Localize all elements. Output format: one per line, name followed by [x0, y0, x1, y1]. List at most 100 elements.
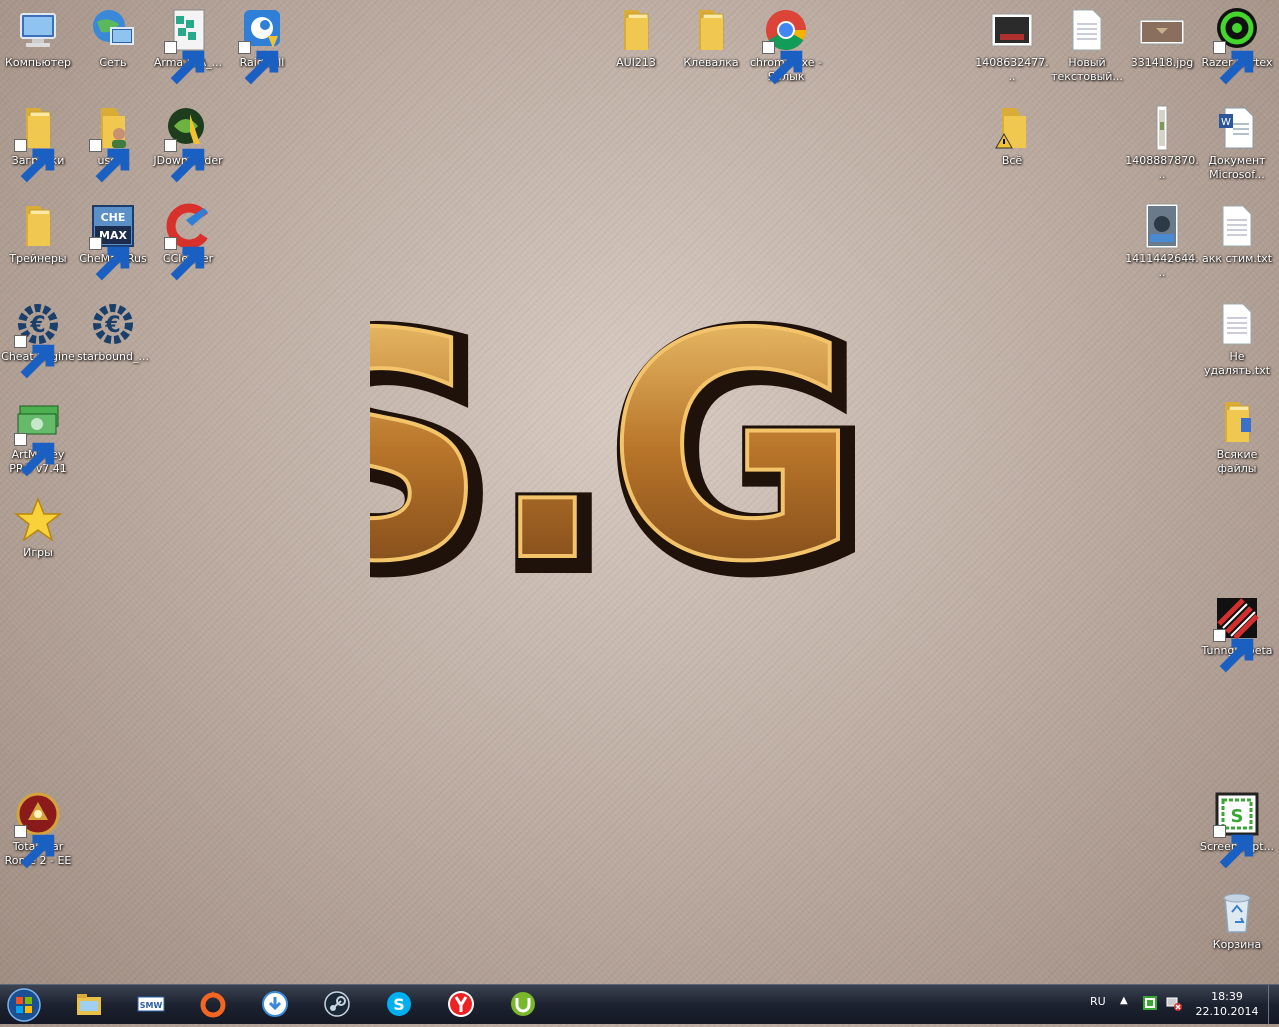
folder-icon	[612, 6, 660, 54]
yandex-icon	[448, 991, 474, 1017]
clock-date: 22.10.2014	[1195, 1005, 1259, 1018]
razer-icon	[1213, 6, 1261, 85]
taskbar-yandex-button[interactable]	[434, 987, 488, 1021]
origin-icon	[200, 991, 226, 1018]
svg-text:S: S	[393, 995, 405, 1014]
desktop-icon-trainers[interactable]: Трейнеры	[0, 202, 76, 266]
desktop-icon-network[interactable]: Сеть	[75, 6, 151, 70]
shortcut-arrow-icon	[164, 237, 205, 281]
desktop-icon-akk-steam[interactable]: акк стим.txt	[1199, 202, 1275, 266]
taskbar-explorer-button[interactable]	[62, 987, 116, 1021]
star-icon	[14, 496, 62, 544]
taskbar-steam-button[interactable]	[310, 987, 364, 1021]
desktop-icon-image-1411442[interactable]: 1411442644...	[1124, 202, 1200, 280]
shortcut-arrow-icon	[14, 335, 55, 379]
totalwar-icon	[14, 790, 62, 869]
desktop-icon-klevalka[interactable]: Клевалка	[673, 6, 749, 70]
taskbar-smw-button[interactable]: SMW	[124, 987, 178, 1021]
tray-clock[interactable]: 18:39 22.10.2014	[1192, 989, 1262, 1019]
show-desktop-button[interactable]	[1268, 985, 1279, 1024]
svg-text:€: €	[104, 313, 120, 338]
skype-icon: S	[387, 992, 411, 1016]
image-icon	[1138, 104, 1186, 152]
folder-icon	[1213, 398, 1261, 446]
desktop-icon-image-1408632[interactable]: 1408632477...	[974, 6, 1050, 84]
taskbar-origin-button[interactable]	[186, 987, 240, 1021]
shortcut-arrow-icon	[89, 237, 130, 281]
desktop-icon-vsyakie-faily[interactable]: Всякие файлы	[1199, 398, 1275, 476]
tray-show-hidden-icons[interactable]: ▲	[1120, 995, 1128, 1006]
shortcut-arrow-icon	[164, 139, 205, 183]
desktop-icon-raidcall[interactable]: RaidCall	[224, 6, 300, 85]
desktop-icon-ccleaner[interactable]: CCleaner	[150, 202, 226, 281]
svg-text:€: €	[29, 313, 45, 338]
tray-network-disconnected-icon[interactable]	[1166, 995, 1182, 1011]
steam-icon	[324, 991, 350, 1017]
shortcut-arrow-icon	[238, 41, 279, 85]
chemax-icon: CHE MAX	[89, 202, 137, 281]
desktop-icon-games[interactable]: Игры	[0, 496, 76, 560]
shortcut-arrow-icon	[89, 139, 130, 183]
shortcut-arrow-icon	[14, 825, 55, 869]
desktop-icon-screencapture[interactable]: S ScreenCapt...	[1199, 790, 1275, 869]
text-file-icon	[1213, 300, 1261, 348]
smw-icon: SMW	[137, 996, 165, 1012]
user-folder-icon	[89, 104, 137, 183]
desktop-icon-artmoney[interactable]: ArtMoney PRO v7.41	[0, 398, 76, 477]
folder-warning-icon	[988, 104, 1036, 152]
desktop-icon-tunngle[interactable]: Tunngle beta	[1199, 594, 1275, 673]
shortcut-arrow-icon	[14, 433, 55, 477]
tray-language-indicator[interactable]: RU	[1090, 995, 1106, 1008]
svg-text:S: S	[1231, 806, 1244, 827]
desktop-icon-total-war[interactable]: Total War Rome 2 - EE	[0, 790, 76, 869]
computer-icon	[14, 6, 62, 54]
tray-action-center-icon[interactable]	[1142, 995, 1158, 1011]
shortcut-arrow-icon	[762, 41, 803, 85]
wallpaper-sg-logo: S.G. S.G.	[370, 290, 880, 590]
cheat-engine-icon: €	[14, 300, 62, 379]
ccleaner-icon	[164, 202, 212, 281]
desktop-icon-word-doc[interactable]: W Документ Microsof...	[1199, 104, 1275, 182]
desktop-icon-vse[interactable]: Всё	[974, 104, 1050, 168]
taskbar: SMW S RU ▲ 18:39 22.10.2014	[0, 984, 1279, 1024]
desktop-icon-arma[interactable]: Arma2OA_...	[150, 6, 226, 85]
svg-text:W: W	[1221, 117, 1231, 128]
chrome-icon	[762, 6, 810, 85]
download-icon	[262, 991, 288, 1017]
desktop-icon-chrome[interactable]: chrome.exe - Ярлык	[748, 6, 824, 85]
desktop-icon-starbound[interactable]: € starbound_...	[75, 300, 151, 364]
logo-text: S.G.	[370, 290, 880, 590]
arma-icon	[164, 6, 212, 85]
desktop-icon-jdownloader[interactable]: JDownloader	[150, 104, 226, 183]
desktop-icon-cheat-engine[interactable]: € Cheat Engine	[0, 300, 76, 379]
taskbar-utorrent-button[interactable]	[496, 987, 550, 1021]
screencapture-icon: S	[1213, 790, 1261, 869]
taskbar-download-button[interactable]	[248, 987, 302, 1021]
desktop-icon-razer[interactable]: Razer Cortex	[1199, 6, 1275, 85]
artmoney-icon	[14, 398, 62, 477]
text-file-icon	[1213, 202, 1261, 250]
desktop-icon-user1[interactable]: user1	[75, 104, 151, 183]
desktop-icon-downloads[interactable]: Загрузки	[0, 104, 76, 183]
taskbar-skype-button[interactable]: S	[372, 987, 426, 1021]
svg-text:SMW: SMW	[140, 1001, 163, 1010]
desktop-icon-aui213[interactable]: AUI213	[598, 6, 674, 70]
desktop-icon-computer[interactable]: Компьютер	[0, 6, 76, 70]
desktop-icon-chemax[interactable]: CHE MAX CheMax Rus	[75, 202, 151, 281]
network-icon	[89, 6, 137, 54]
desktop-icon-image-1408887[interactable]: 1408887870...	[1124, 104, 1200, 182]
explorer-icon	[77, 994, 101, 1015]
start-button[interactable]	[4, 987, 44, 1023]
desktop-icon-recycle-bin[interactable]: Корзина	[1199, 888, 1275, 952]
image-icon	[1138, 6, 1186, 54]
raidcall-icon	[238, 6, 286, 85]
image-icon	[988, 6, 1036, 54]
desktop-icon-ne-udalyat[interactable]: Не удалять.txt	[1199, 300, 1275, 378]
desktop: Компьютер Сеть Arma2OA_... RaidCall AUI2…	[0, 0, 1279, 984]
recycle-bin-icon	[1213, 888, 1261, 936]
folder-icon	[14, 104, 62, 183]
desktop-icon-new-text[interactable]: Новый текстовый...	[1049, 6, 1125, 84]
folder-icon	[687, 6, 735, 54]
desktop-icon-image-331418[interactable]: 331418.jpg	[1124, 6, 1200, 70]
shortcut-arrow-icon	[164, 41, 205, 85]
